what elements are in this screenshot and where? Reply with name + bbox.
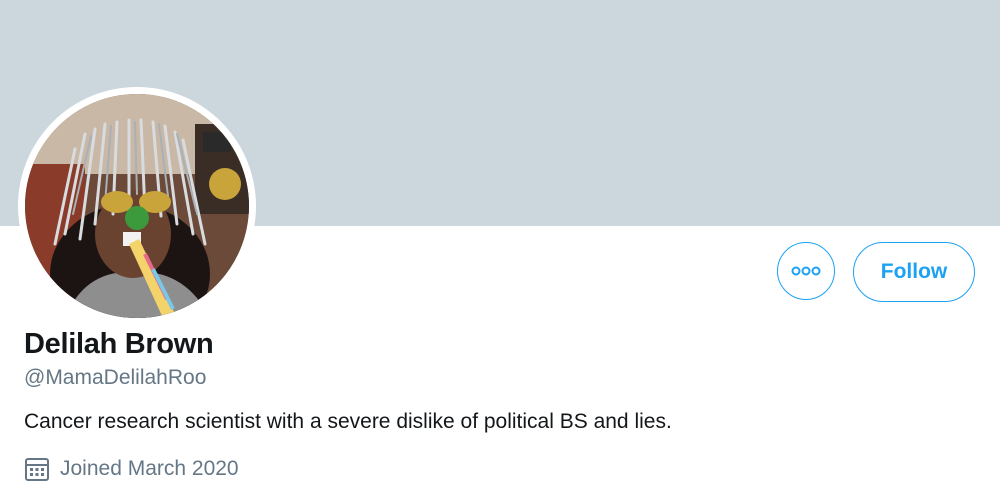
more-horizontal-icon: [791, 266, 821, 276]
joined-text: Joined March 2020: [60, 457, 239, 480]
profile-handle: @MamaDelilahRoo: [24, 366, 207, 389]
avatar-image: [25, 94, 249, 318]
display-name: Delilah Brown: [24, 328, 214, 360]
calendar-icon: [24, 456, 50, 482]
joined-date: Joined March 2020: [24, 456, 239, 482]
follow-button-label: Follow: [880, 260, 948, 283]
profile-bio: Cancer research scientist with a severe …: [24, 410, 672, 433]
follow-button[interactable]: Follow: [853, 242, 975, 302]
avatar[interactable]: [25, 94, 249, 318]
more-options-button[interactable]: [777, 242, 835, 300]
